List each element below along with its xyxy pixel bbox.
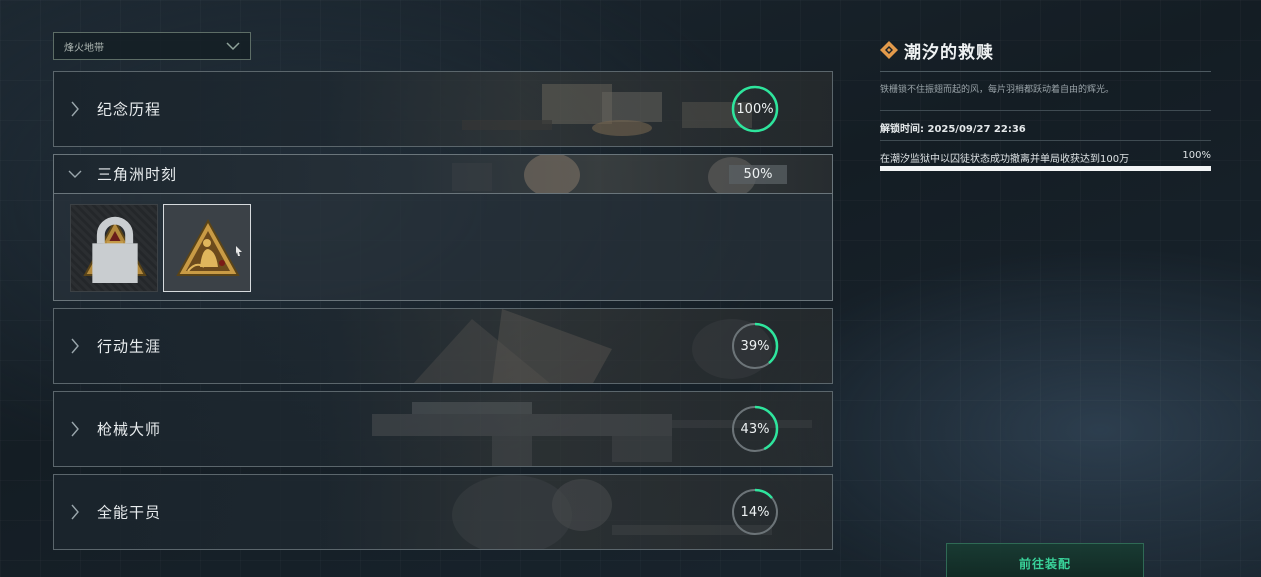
chevron-down-icon [68,170,82,178]
category-title: 纪念历程 [97,100,162,119]
achievement-description: 铁栅锁不住振翅而起的风，每片羽梢都跃动着自由的辉光。 [880,85,1115,95]
progress-ring: 100% [730,84,780,134]
task-description: 在潮汐监狱中以囚徒状态成功撤离并单局收获达到100万 [880,154,1130,165]
progress-label: 50% [729,165,787,184]
category-row-delta-moments-expanded: 三角洲时刻 50% [53,154,833,301]
diamond-emblem-icon [880,41,898,59]
figure-triangle-badge-icon [176,218,240,276]
category-title: 全能干员 [97,503,162,522]
unlock-time: 解锁时间: 2025/09/27 22:36 [880,124,1026,135]
progress-label: 14% [740,504,770,520]
divider [880,140,1211,141]
achievement-badge-locked[interactable] [70,204,158,292]
progress-label: 39% [740,338,770,354]
divider [880,71,1211,72]
category-header-delta-moments[interactable]: 三角洲时刻 50% [54,155,832,194]
progress-ring: 43% [730,404,780,454]
progress-label: 100% [736,101,774,117]
chevron-right-icon [71,101,79,117]
mode-dropdown[interactable]: 烽火地带 [53,32,251,60]
achievement-title: 潮汐的救赎 [904,43,994,63]
category-title: 行动生涯 [97,337,162,356]
divider [880,110,1211,111]
chevron-right-icon [71,338,79,354]
category-row-weapon-master[interactable]: 枪械大师 43% [53,391,833,467]
category-row-all-round-operator[interactable]: 全能干员 14% [53,474,833,550]
task-percent: 100% [1182,150,1211,161]
category-row-operation-career[interactable]: 行动生涯 39% [53,308,833,384]
category-title: 三角洲时刻 [97,165,178,184]
progress-ring: 39% [730,321,780,371]
chevron-right-icon [71,504,79,520]
progress-ring: 14% [730,487,780,537]
mode-dropdown-value: 烽火地带 [64,42,104,54]
go-equip-button[interactable]: 前往装配 [946,543,1144,577]
chevron-right-icon [71,421,79,437]
lock-icon [92,216,138,283]
category-row-memorial[interactable]: 纪念历程 100% [53,71,833,147]
task-progress-bar [880,166,1211,171]
progress-label: 43% [740,421,770,437]
mouse-cursor-icon [236,246,242,256]
category-title: 枪械大师 [97,420,162,439]
chevron-down-icon [226,42,240,51]
